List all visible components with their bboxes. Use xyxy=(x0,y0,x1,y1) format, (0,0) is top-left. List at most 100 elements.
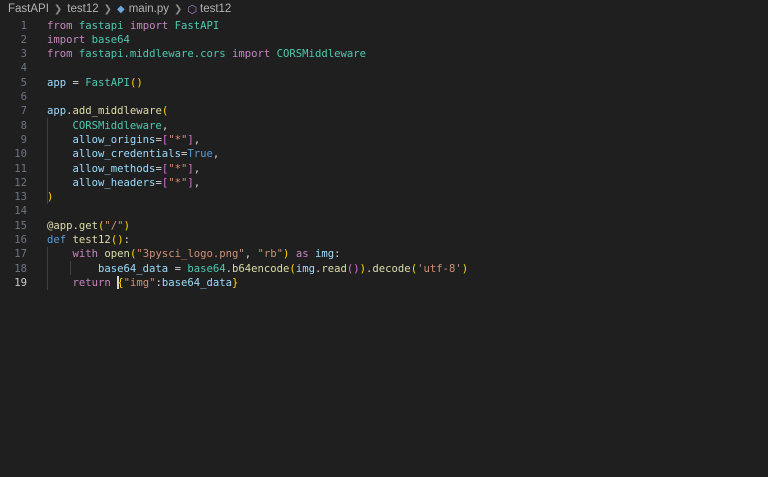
code-token: allow_credentials xyxy=(72,148,181,161)
code-line[interactable]: 19 return {"img":base64_data} xyxy=(0,276,768,290)
code-token: () xyxy=(129,76,143,89)
code-token: app xyxy=(47,105,67,118)
code-line[interactable]: 4 xyxy=(0,61,768,75)
line-number: 17 xyxy=(14,248,27,261)
code-token: base64 xyxy=(187,262,226,275)
code-token: , xyxy=(193,133,201,146)
code-line[interactable]: 11 allow_methods=["*"], xyxy=(0,162,768,176)
code-token: import xyxy=(47,33,86,46)
code-token: () xyxy=(346,262,360,275)
breadcrumb-root[interactable]: FastAPI xyxy=(8,3,49,15)
code-token: import xyxy=(129,19,169,32)
code-text: return {"img":base64_data} xyxy=(47,276,238,290)
code-token: allow_headers xyxy=(72,176,156,189)
breadcrumb: FastAPI ❯ test12 ❯ ◆ main.py ❯ ⬡ test12 xyxy=(0,0,768,18)
code-line[interactable]: 7 app.add_middleware( xyxy=(0,104,768,118)
code-text: import base64 xyxy=(47,33,130,47)
code-token: base64_data xyxy=(161,276,233,289)
code-line[interactable]: 15 @app.get("/") xyxy=(0,219,768,233)
code-text: def test12(): xyxy=(47,233,130,247)
code-token: ) xyxy=(461,262,469,275)
line-number: 18 xyxy=(14,262,27,275)
line-number: 6 xyxy=(20,91,27,103)
breadcrumb-folder[interactable]: test12 xyxy=(67,3,98,15)
code-text: app = FastAPI() xyxy=(47,76,143,90)
code-token: img xyxy=(314,248,335,261)
code-token: , xyxy=(193,162,201,175)
code-token: base64_data xyxy=(98,262,169,275)
chevron-right-icon: ❯ xyxy=(53,3,63,15)
code-token: fastapi.middleware.cors xyxy=(78,48,226,61)
code-token: True xyxy=(187,148,213,161)
code-line[interactable]: 17 with open("3pysci_logo.png", "rb") as… xyxy=(0,247,768,261)
code-token: CORSMiddleware xyxy=(72,119,162,132)
code-token: allow_origins xyxy=(72,133,156,146)
code-token: , xyxy=(244,248,258,261)
function-cube-icon: ⬡ xyxy=(187,3,197,16)
code-token: with xyxy=(72,248,99,261)
code-line[interactable]: 5 app = FastAPI() xyxy=(0,76,768,90)
code-token: , xyxy=(193,176,201,189)
line-number: 9 xyxy=(20,133,27,146)
code-token: ) xyxy=(123,219,130,232)
code-editor[interactable]: 1 from fastapi import FastAPI 2 import base… xyxy=(0,18,768,477)
code-line[interactable]: 2 import base64 xyxy=(0,33,768,47)
code-line[interactable]: 18 base64_data = base64.b64encode(img.re… xyxy=(0,262,768,276)
code-token: from xyxy=(47,48,73,61)
code-text: allow_credentials=True, xyxy=(47,147,220,161)
code-line[interactable]: 13) xyxy=(0,190,768,204)
python-file-icon: ◆ xyxy=(117,3,125,15)
line-number: 5 xyxy=(20,76,27,89)
code-token: : xyxy=(123,234,130,246)
code-token: "*" xyxy=(168,162,188,175)
code-token: add_middleware xyxy=(72,105,162,118)
line-number: 13 xyxy=(14,191,27,204)
breadcrumb-symbol[interactable]: test12 xyxy=(200,3,231,15)
line-number: 7 xyxy=(20,105,27,118)
code-token: open xyxy=(104,248,130,261)
code-token: "/" xyxy=(104,219,124,232)
code-token: read xyxy=(321,262,347,275)
line-number: 1 xyxy=(20,19,27,32)
line-number: 14 xyxy=(14,205,27,218)
code-token: : xyxy=(334,248,341,261)
code-token: 'utf-8' xyxy=(417,262,462,275)
code-token: = xyxy=(168,262,188,275)
code-text: with open("3pysci_logo.png", "rb") as im… xyxy=(47,247,341,261)
code-line[interactable]: 12 allow_headers=["*"], xyxy=(0,176,768,190)
code-text: @app.get("/") xyxy=(47,219,130,233)
code-text: app.add_middleware( xyxy=(47,104,168,118)
code-token: = xyxy=(66,76,86,89)
code-line[interactable]: 6 xyxy=(0,90,768,104)
code-text: allow_headers=["*"], xyxy=(47,176,201,190)
code-line[interactable]: 16 def test12(): xyxy=(0,233,768,247)
code-token: app xyxy=(47,76,67,89)
code-line[interactable]: 8 CORSMiddleware, xyxy=(0,119,768,133)
code-token: , xyxy=(161,119,169,132)
code-token: @app.get xyxy=(47,219,99,232)
breadcrumb-file[interactable]: main.py xyxy=(129,3,169,15)
code-token: "3pysci_logo.png" xyxy=(136,248,245,261)
line-number: 2 xyxy=(20,33,27,46)
code-token: allow_methods xyxy=(72,162,156,175)
code-line[interactable]: 10 allow_credentials=True, xyxy=(0,147,768,161)
code-token: base64 xyxy=(91,33,130,46)
code-text: allow_origins=["*"], xyxy=(47,133,201,147)
code-line[interactable]: 14 xyxy=(0,204,768,218)
code-line[interactable]: 9 allow_origins=["*"], xyxy=(0,133,768,147)
line-number: 11 xyxy=(14,162,27,175)
code-line[interactable]: 3 from fastapi.middleware.cors import COR… xyxy=(0,47,768,61)
code-text: ) xyxy=(47,190,53,204)
code-token: ) xyxy=(47,191,54,204)
code-token: from xyxy=(47,19,73,32)
code-token: as xyxy=(295,248,309,261)
code-line[interactable]: 1 from fastapi import FastAPI xyxy=(0,19,768,33)
code-token: "*" xyxy=(168,176,188,189)
